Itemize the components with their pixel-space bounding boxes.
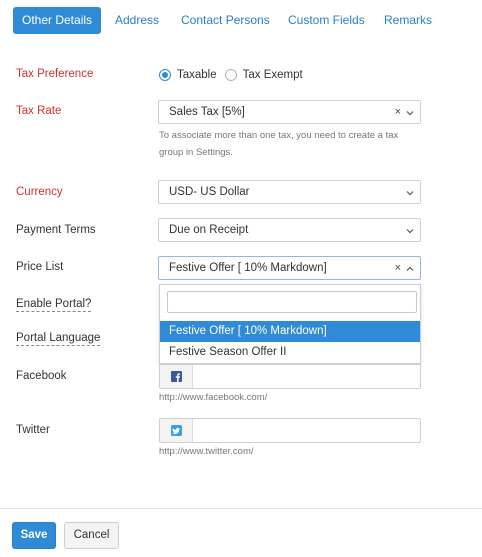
form-footer: Save Cancel	[0, 508, 482, 557]
enable-portal-label: Enable Portal?	[16, 298, 92, 312]
tax-rate-select[interactable]: Sales Tax [5%] ×	[158, 100, 421, 124]
facebook-input[interactable]	[194, 365, 420, 388]
chevron-up-icon	[406, 266, 414, 271]
price-list-clear-icon[interactable]: ×	[395, 257, 401, 279]
facebook-icon	[160, 365, 193, 388]
chevron-down-icon	[406, 229, 414, 234]
currency-label: Currency	[16, 186, 63, 198]
price-list-dropdown: Festive Offer [ 10% Markdown] Festive Se…	[159, 284, 421, 364]
payment-terms-select[interactable]: Due on Receipt	[158, 218, 421, 242]
chevron-down-icon	[406, 111, 414, 116]
tax-preference-group: Taxable Tax Exempt	[159, 67, 311, 83]
currency-value: USD- US Dollar	[169, 186, 250, 198]
tax-rate-label: Tax Rate	[16, 105, 62, 117]
tax-rate-helper-line-2: group in Settings.	[159, 147, 233, 158]
facebook-field	[159, 364, 421, 389]
payment-terms-value: Due on Receipt	[169, 224, 249, 236]
twitter-field	[159, 418, 421, 443]
tax-exempt-radio-label[interactable]: Tax Exempt	[243, 69, 303, 81]
chevron-down-icon	[406, 191, 414, 196]
tab-remarks[interactable]: Remarks	[375, 7, 441, 34]
facebook-label: Facebook	[16, 370, 67, 382]
taxable-radio[interactable]	[159, 69, 171, 81]
tab-custom-fields[interactable]: Custom Fields	[279, 7, 374, 34]
price-list-label: Price List	[16, 261, 64, 273]
price-list-option-festive-season-offer-ii[interactable]: Festive Season Offer II	[160, 342, 420, 363]
save-button[interactable]: Save	[12, 522, 56, 549]
twitter-icon	[160, 419, 193, 442]
tab-bar: Other Details Address Contact Persons Cu…	[0, 0, 482, 42]
price-list-search-input[interactable]	[167, 291, 417, 313]
price-list-option-festive-offer[interactable]: Festive Offer [ 10% Markdown]	[160, 321, 420, 342]
payment-terms-label: Payment Terms	[16, 224, 96, 236]
tax-rate-helper: To associate more than one tax, you need…	[159, 127, 398, 161]
portal-language-label: Portal Language	[16, 332, 101, 346]
twitter-hint: http://www.twitter.com/	[159, 446, 254, 457]
twitter-input[interactable]	[194, 419, 420, 442]
price-list-select[interactable]: Festive Offer [ 10% Markdown] ×	[158, 256, 421, 280]
tax-preference-label: Tax Preference	[16, 68, 94, 80]
taxable-radio-label[interactable]: Taxable	[177, 69, 217, 81]
tax-rate-value: Sales Tax [5%]	[169, 106, 245, 118]
price-list-value: Festive Offer [ 10% Markdown]	[169, 262, 327, 274]
currency-select[interactable]: USD- US Dollar	[158, 180, 421, 204]
tax-rate-helper-line-1: To associate more than one tax, you need…	[159, 130, 399, 141]
facebook-hint: http://www.facebook.com/	[159, 392, 268, 403]
tab-address[interactable]: Address	[106, 7, 168, 34]
tax-exempt-radio[interactable]	[224, 69, 237, 81]
cancel-button[interactable]: Cancel	[64, 522, 119, 549]
twitter-label: Twitter	[16, 424, 50, 436]
tax-rate-clear-icon[interactable]: ×	[395, 101, 401, 123]
tab-contact-persons[interactable]: Contact Persons	[172, 7, 279, 34]
tab-other-details[interactable]: Other Details	[13, 7, 102, 34]
